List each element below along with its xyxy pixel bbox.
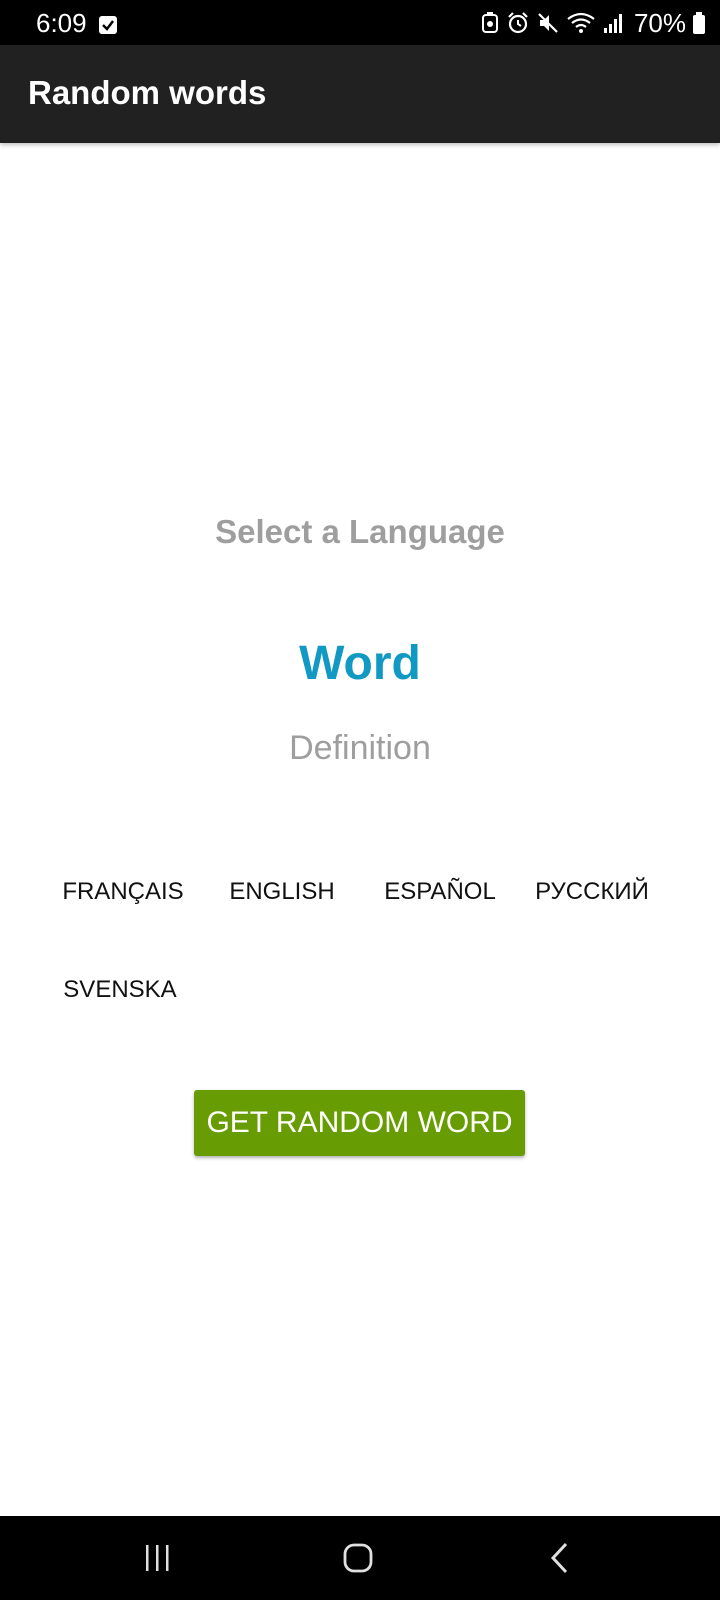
- navigation-bar: [0, 1516, 720, 1600]
- recents-button[interactable]: [117, 1528, 197, 1588]
- back-icon: [550, 1542, 568, 1574]
- get-random-word-button[interactable]: GET RANDOM WORD: [194, 1090, 525, 1156]
- status-time: 6:09: [36, 8, 87, 38]
- app-bar: Random words: [0, 45, 720, 143]
- language-button-espanol[interactable]: ESPAÑOL: [366, 864, 514, 920]
- language-button-english[interactable]: ENGLISH: [210, 864, 354, 920]
- checkbox-icon: [99, 16, 117, 34]
- home-icon: [343, 1543, 373, 1573]
- language-button-russian[interactable]: РУССКИЙ: [522, 864, 662, 920]
- recents-icon: [146, 1545, 169, 1571]
- mute-icon: [538, 13, 558, 33]
- alarm-icon: [508, 12, 528, 34]
- language-button-francais[interactable]: FRANÇAIS: [48, 864, 198, 920]
- home-button[interactable]: [318, 1528, 398, 1588]
- select-language-label: Select a Language: [215, 513, 505, 550]
- definition-text: Definition: [289, 729, 431, 767]
- language-button-svenska[interactable]: SVENSKA: [50, 962, 190, 1018]
- wifi-icon: [567, 12, 595, 33]
- battery-percent: 70%: [633, 8, 686, 38]
- cast-icon: [481, 12, 498, 33]
- signal-icon: [603, 14, 622, 33]
- screen: 6:09 70% Random words Select a Language …: [0, 0, 720, 1600]
- status-icons: 70%: [480, 8, 706, 38]
- status-bar: 6:09 70%: [0, 0, 720, 45]
- battery-icon: [693, 12, 705, 34]
- word-text: Word: [299, 637, 421, 690]
- app-title: Random words: [28, 74, 267, 111]
- back-button[interactable]: [520, 1528, 600, 1588]
